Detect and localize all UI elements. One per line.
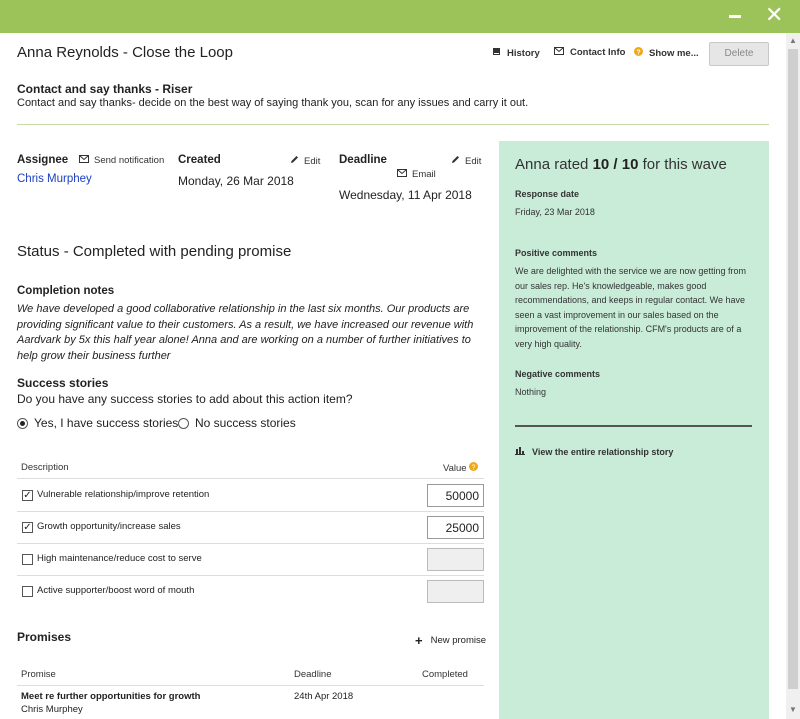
rated-prefix: Anna rated <box>515 156 589 173</box>
title-bar: ✕ <box>0 0 800 33</box>
page-title: Anna Reynolds - Close the Loop <box>17 44 233 61</box>
created-edit-label: Edit <box>304 155 321 167</box>
table-row: ✓ Vulnerable relationship/improve retent… <box>17 479 484 511</box>
table-divider <box>17 685 484 686</box>
deadline-email-link[interactable]: Email <box>397 169 436 180</box>
positive-comments-label: Positive comments <box>515 248 598 258</box>
envelope-icon <box>397 169 407 180</box>
radio-selected-icon[interactable] <box>17 417 28 429</box>
col-completed-header: Completed <box>422 669 468 680</box>
row-description: Growth opportunity/increase sales <box>37 521 181 532</box>
pencil-icon <box>290 155 299 167</box>
contact-info-label: Contact Info <box>570 47 626 58</box>
radio-yes-label: Yes, I have success stories <box>34 416 179 430</box>
radio-no-label: No success stories <box>195 416 296 430</box>
response-date: Friday, 23 Mar 2018 <box>515 207 595 217</box>
help-icon[interactable]: ? <box>468 462 478 474</box>
deadline-email-label: Email <box>412 169 436 180</box>
positive-comments-text: We are delighted with the service we are… <box>515 266 746 349</box>
envelope-icon <box>79 155 89 166</box>
value-input[interactable] <box>427 580 484 603</box>
send-notification-link[interactable]: Send notification <box>79 155 164 166</box>
completion-notes-text: We have developed a good collaborative r… <box>17 303 474 362</box>
delete-button[interactable]: Delete <box>709 42 769 66</box>
scroll-down-icon[interactable]: ▼ <box>788 705 798 714</box>
relationship-story-label: View the entire relationship story <box>532 446 674 457</box>
envelope-icon <box>554 47 564 58</box>
relationship-story-link[interactable]: View the entire relationship story <box>515 446 673 457</box>
contact-info-link[interactable]: Contact Info <box>554 47 625 58</box>
checkbox[interactable] <box>22 586 33 597</box>
rated-suffix: for this wave <box>642 156 727 173</box>
action-description: Contact and say thanks- decide on the be… <box>17 97 529 109</box>
value-input[interactable] <box>427 548 484 571</box>
panel-divider <box>515 425 752 427</box>
col-value-header: Value ? <box>443 462 478 474</box>
value-input[interactable]: 50000 <box>427 484 484 507</box>
deadline-edit-label: Edit <box>465 155 482 167</box>
show-me-link[interactable]: ? Show me... <box>634 47 699 59</box>
success-stories-question: Do you have any success stories to add a… <box>17 392 353 406</box>
book-icon <box>492 47 501 59</box>
created-date: Monday, 26 Mar 2018 <box>178 174 294 188</box>
history-link[interactable]: History <box>492 47 540 59</box>
bar-chart-icon <box>515 446 525 457</box>
pencil-icon <box>451 155 460 167</box>
new-promise-button[interactable]: + New promise <box>415 633 486 648</box>
table-row: ✓ Growth opportunity/increase sales 2500… <box>17 511 484 543</box>
plus-icon: + <box>415 633 423 648</box>
negative-comments-text: Nothing <box>515 387 547 397</box>
row-description: Vulnerable relationship/improve retentio… <box>37 489 210 500</box>
promise-deadline: 24th Apr 2018 <box>294 691 354 702</box>
show-me-label: Show me... <box>649 47 699 59</box>
value-input[interactable]: 25000 <box>427 516 484 539</box>
status-heading: Status - Completed with pending promise <box>17 243 292 260</box>
deadline-date: Wednesday, 11 Apr 2018 <box>339 188 472 202</box>
close-icon[interactable]: ✕ <box>765 5 783 27</box>
negative-comments-label: Negative comments <box>515 369 601 379</box>
col-deadline-header: Deadline <box>294 669 332 680</box>
svg-text:?: ? <box>636 50 640 57</box>
col-promise-header: Promise <box>21 669 56 680</box>
promises-title: Promises <box>17 630 72 644</box>
action-title: Contact and say thanks - Riser <box>17 82 193 96</box>
rating-panel: Anna rated 10 / 10 for this wave Respons… <box>499 141 769 719</box>
col-value-label: Value <box>443 462 467 474</box>
assignee-name-link[interactable]: Chris Murphey <box>17 173 92 185</box>
completion-notes-title: Completion notes <box>17 285 115 297</box>
response-date-label: Response date <box>515 189 580 199</box>
minimize-icon[interactable] <box>729 15 741 18</box>
radio-yes-success-stories[interactable]: Yes, I have success stories <box>17 416 178 430</box>
promise-text[interactable]: Meet re further opportunities for growth <box>21 691 200 702</box>
rating-heading: Anna rated 10 / 10 for this wave <box>515 156 727 173</box>
new-promise-label: New promise <box>430 635 487 646</box>
created-edit-link[interactable]: Edit <box>290 155 320 167</box>
radio-no-success-stories[interactable]: No success stories <box>178 416 296 430</box>
success-stories-title: Success stories <box>17 376 109 390</box>
deadline-edit-link[interactable]: Edit <box>451 155 481 167</box>
col-description-header: Description <box>21 462 69 473</box>
checkbox[interactable]: ✓ <box>22 490 33 501</box>
row-description: High maintenance/reduce cost to serve <box>37 553 202 564</box>
rating-score: 10 / 10 <box>592 156 639 173</box>
created-label: Created <box>178 154 221 166</box>
scroll-up-icon[interactable]: ▲ <box>788 36 798 45</box>
section-divider <box>17 124 769 125</box>
checkbox[interactable]: ✓ <box>22 522 33 533</box>
deadline-label: Deadline <box>339 154 387 166</box>
scrollbar-thumb[interactable] <box>788 49 798 689</box>
radio-unselected-icon[interactable] <box>178 417 189 429</box>
send-notification-label: Send notification <box>94 155 165 166</box>
scrollbar[interactable]: ▲ ▼ <box>786 33 800 719</box>
help-icon: ? <box>634 47 643 59</box>
assignee-label: Assignee <box>17 154 69 166</box>
history-label: History <box>507 47 540 59</box>
table-row: High maintenance/reduce cost to serve <box>17 543 484 575</box>
checkbox[interactable] <box>22 554 33 565</box>
svg-text:?: ? <box>471 465 475 472</box>
row-description: Active supporter/boost word of mouth <box>37 585 195 596</box>
promise-owner: Chris Murphey <box>21 704 83 715</box>
table-row: Active supporter/boost word of mouth <box>17 575 484 607</box>
